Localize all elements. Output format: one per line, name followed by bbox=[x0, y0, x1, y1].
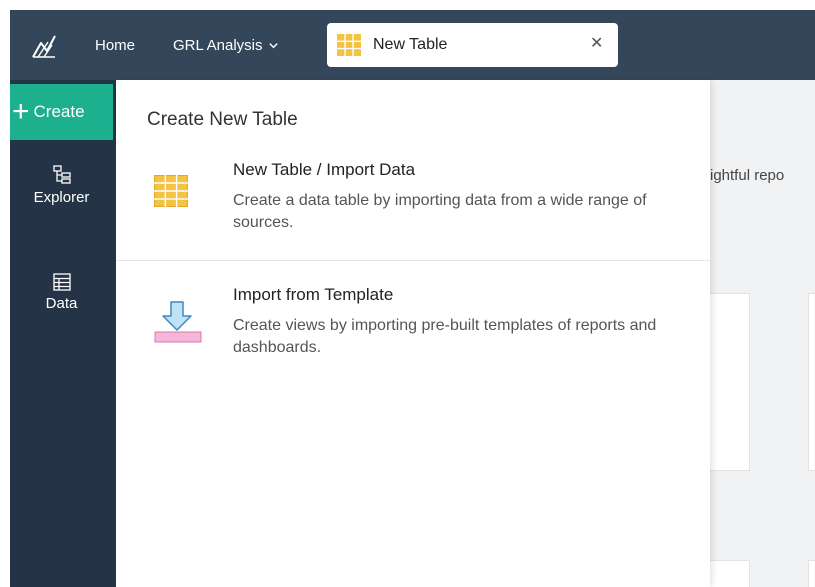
grid-table-icon bbox=[154, 175, 188, 207]
nav-home-link[interactable]: Home bbox=[95, 37, 135, 54]
nav-analysis-dropdown[interactable]: GRL Analysis bbox=[173, 37, 279, 54]
menu-item-title: New Table / Import Data bbox=[233, 160, 416, 179]
sidebar-item-label: Data bbox=[45, 295, 78, 312]
background-partial-text: ightful repo bbox=[710, 167, 785, 184]
tab-new-table[interactable]: New Table ✕ bbox=[327, 23, 618, 67]
import-template-icon bbox=[154, 301, 202, 343]
background-card bbox=[808, 293, 815, 471]
plus-icon: + bbox=[12, 95, 30, 128]
background-card bbox=[808, 560, 815, 587]
create-button[interactable]: + Create bbox=[10, 84, 113, 140]
tab-label: New Table bbox=[373, 36, 448, 53]
create-new-table-menu: Create New Table New Table / Import Data… bbox=[116, 80, 710, 587]
left-margin bbox=[0, 0, 10, 587]
menu-item-description: Create a data table by importing data fr… bbox=[233, 192, 647, 231]
menu-item-title: Import from Template bbox=[233, 285, 394, 304]
menu-title: Create New Table bbox=[147, 109, 298, 130]
data-table-icon bbox=[52, 273, 71, 291]
top-margin bbox=[0, 0, 815, 10]
nav-analysis-label: GRL Analysis bbox=[173, 37, 263, 54]
sidebar-item-data[interactable]: Data bbox=[10, 273, 113, 312]
menu-item-description: Create views by importing pre-built temp… bbox=[233, 317, 657, 356]
table-icon bbox=[337, 34, 361, 56]
sidebar bbox=[10, 80, 116, 587]
chart-line-icon[interactable] bbox=[30, 32, 58, 60]
close-icon[interactable]: ✕ bbox=[590, 36, 603, 52]
menu-item-import-template[interactable]: Import from Template Create views by imp… bbox=[116, 285, 710, 375]
chevron-down-icon bbox=[269, 43, 279, 49]
sidebar-item-explorer[interactable]: Explorer bbox=[10, 165, 113, 206]
explorer-tree-icon bbox=[52, 165, 71, 184]
menu-item-new-table[interactable]: New Table / Import Data Create a data ta… bbox=[116, 160, 710, 261]
create-label: Create bbox=[33, 102, 85, 121]
sidebar-item-label: Explorer bbox=[33, 189, 90, 206]
